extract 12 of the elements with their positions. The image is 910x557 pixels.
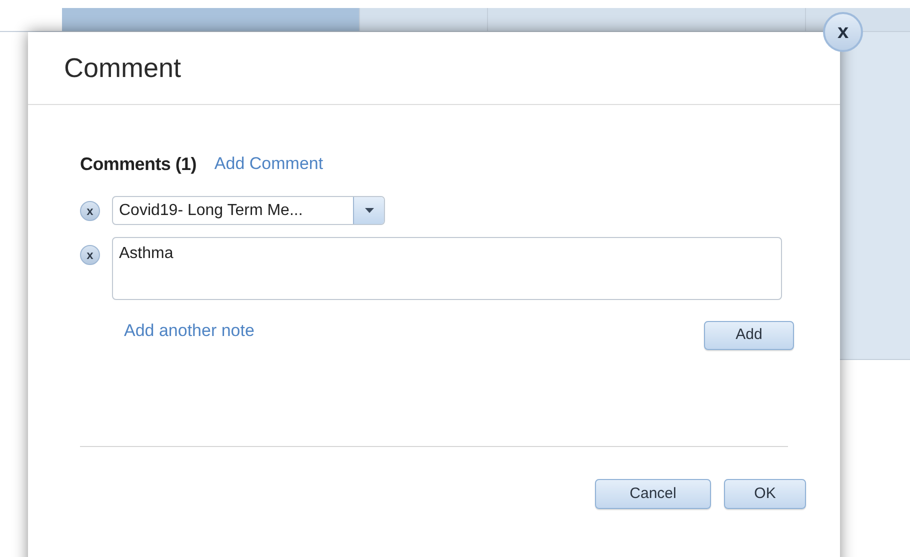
dialog-button[interactable]: Cancel: [595, 479, 711, 509]
dialog-title: Comment: [64, 52, 182, 85]
note-field[interactable]: Asthma: [112, 237, 782, 300]
dialog-button[interactable]: OK: [724, 479, 806, 509]
category-dropdown[interactable]: Covid19- Long Term Me...: [112, 196, 385, 225]
comments-heading: Comments (1): [80, 152, 196, 176]
add-note-link[interactable]: Add another note: [124, 318, 254, 344]
add-comment-link[interactable]: Add Comment: [214, 151, 324, 177]
remove-button[interactable]: x: [80, 245, 100, 265]
remove-button[interactable]: x: [80, 200, 100, 220]
caret-icon: [353, 197, 384, 224]
add-button[interactable]: Add: [704, 321, 794, 350]
